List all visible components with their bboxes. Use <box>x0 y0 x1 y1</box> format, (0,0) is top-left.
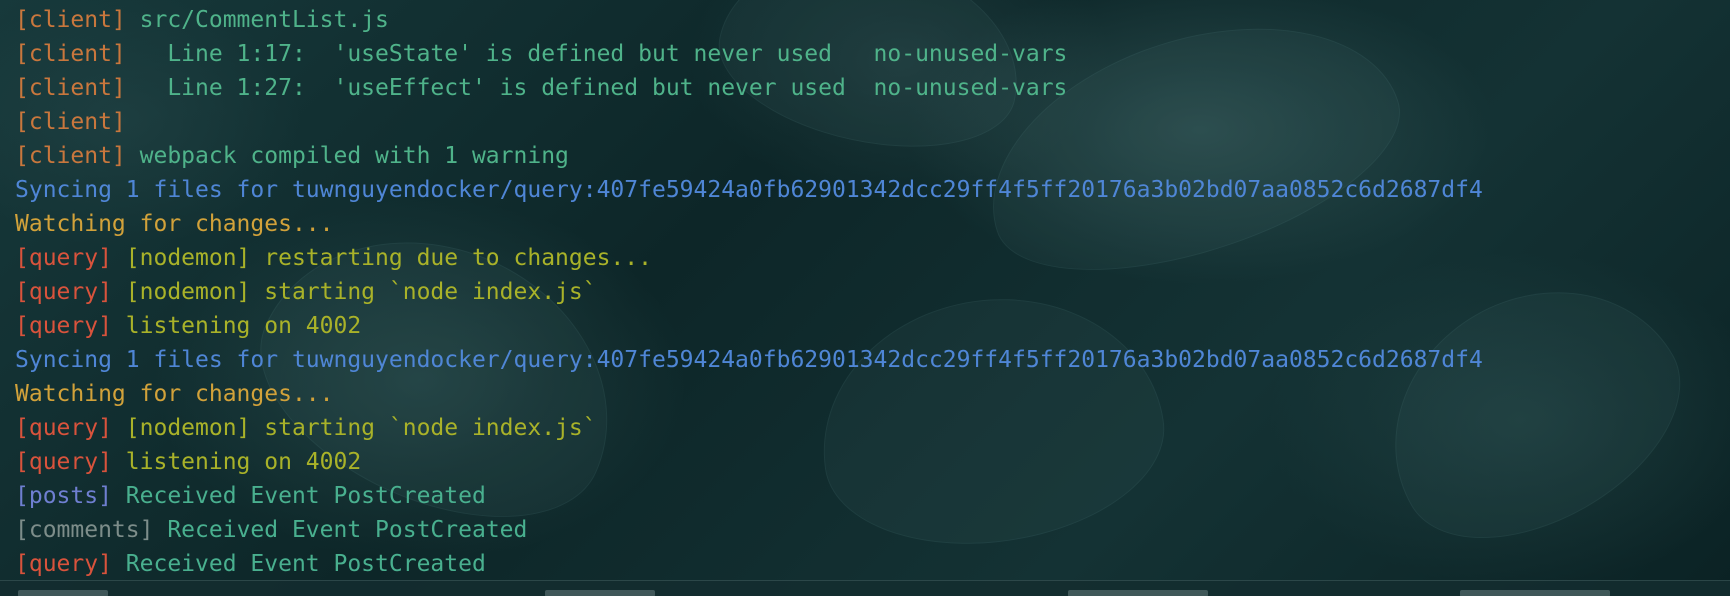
status-segment <box>1068 590 1208 596</box>
log-line: [client] Line 1:27: 'useEffect' is defin… <box>15 71 1483 105</box>
log-text: [nodemon] starting `node index.js` <box>111 279 597 305</box>
log-line: Syncing 1 files for tuwnguyendocker/quer… <box>15 173 1483 207</box>
log-text: Received Event PostCreated <box>111 483 486 509</box>
log-tag: [query] <box>15 551 112 577</box>
log-text: [nodemon] restarting due to changes... <box>111 245 652 271</box>
log-text: listening on 4002 <box>111 449 362 475</box>
status-bar <box>0 580 1730 596</box>
log-text: Syncing 1 files for tuwnguyendocker/quer… <box>15 177 1483 203</box>
log-tag: [query] <box>15 313 112 339</box>
log-line: [client] <box>15 105 1483 139</box>
log-tag: [query] <box>15 279 112 305</box>
status-segment <box>545 590 655 596</box>
log-line: [client] Line 1:17: 'useState' is define… <box>15 37 1483 71</box>
log-line: Watching for changes... <box>15 207 1483 241</box>
log-text: Watching for changes... <box>15 381 334 407</box>
log-tag: [client] <box>15 143 126 169</box>
log-text: Syncing 1 files for tuwnguyendocker/quer… <box>15 347 1483 373</box>
log-line: [client] src/CommentList.js <box>15 3 1483 37</box>
log-line: [posts] Received Event PostCreated <box>15 479 1483 513</box>
status-segment <box>18 590 108 596</box>
log-text: Watching for changes... <box>15 211 334 237</box>
log-line: Syncing 1 files for tuwnguyendocker/quer… <box>15 343 1483 377</box>
log-text: [nodemon] starting `node index.js` <box>111 415 597 441</box>
log-text: listening on 4002 <box>111 313 362 339</box>
log-line: [client] webpack compiled with 1 warning <box>15 139 1483 173</box>
log-text: Received Event PostCreated <box>111 551 486 577</box>
log-line: [query] Received Event PostCreated <box>15 547 1483 581</box>
terminal-window[interactable]: [client] src/CommentList.js [client] Line… <box>0 0 1730 596</box>
log-line: [query] [nodemon] starting `node index.j… <box>15 275 1483 309</box>
log-line: [query] [nodemon] starting `node index.j… <box>15 411 1483 445</box>
log-tag: [query] <box>15 415 112 441</box>
log-text: Line 1:27: 'useEffect' is defined but ne… <box>125 75 1068 101</box>
log-text: Line 1:17: 'useState' is defined but nev… <box>125 41 1068 67</box>
log-text: src/CommentList.js <box>125 7 389 33</box>
log-line: [query] listening on 4002 <box>15 445 1483 479</box>
log-text: webpack compiled with 1 warning <box>125 143 569 169</box>
log-tag: [comments] <box>15 517 154 543</box>
log-tag: [posts] <box>15 483 112 509</box>
log-tag: [client] <box>15 109 126 135</box>
log-line: Watching for changes... <box>15 377 1483 411</box>
log-tag: [client] <box>15 41 126 67</box>
log-text: Received Event PostCreated <box>153 517 528 543</box>
log-line: [query] [nodemon] restarting due to chan… <box>15 241 1483 275</box>
log-tag: [client] <box>15 75 126 101</box>
terminal-output[interactable]: [client] src/CommentList.js [client] Line… <box>15 3 1483 581</box>
log-tag: [client] <box>15 7 126 33</box>
log-line: [comments] Received Event PostCreated <box>15 513 1483 547</box>
log-tag: [query] <box>15 449 112 475</box>
status-segment <box>1460 590 1610 596</box>
log-tag: [query] <box>15 245 112 271</box>
log-line: [query] listening on 4002 <box>15 309 1483 343</box>
